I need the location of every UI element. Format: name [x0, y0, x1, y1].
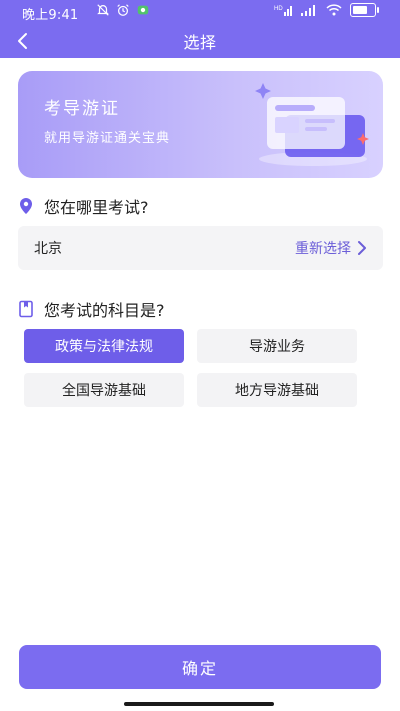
- chevron-left-icon: [18, 33, 27, 49]
- nav-bar: 选择: [0, 24, 400, 58]
- reselect-location-button[interactable]: 重新选择: [295, 238, 367, 258]
- reselect-label: 重新选择: [295, 241, 351, 257]
- status-bar: 晚上9:41 HD: [0, 0, 400, 24]
- banner-illustration: [255, 83, 369, 166]
- subject-option-policy-law[interactable]: 政策与法律法规: [24, 329, 184, 363]
- alarm-icon: [117, 4, 129, 16]
- status-right-icons: HD: [274, 3, 379, 17]
- current-location: 北京: [34, 241, 62, 257]
- subject-section-heading: 您考试的科目是?: [18, 297, 165, 321]
- status-left-icons: [96, 3, 150, 17]
- banner-subtitle: 就用导游证通关宝典: [44, 131, 171, 146]
- app-header: 晚上9:41 HD 选择: [0, 0, 400, 58]
- back-button[interactable]: [10, 28, 36, 54]
- subject-option-guide-business[interactable]: 导游业务: [197, 329, 357, 363]
- signal-icon: [301, 5, 315, 16]
- page-title: 选择: [183, 33, 217, 52]
- location-card[interactable]: 北京 重新选择: [18, 226, 383, 270]
- app-badge-icon: [137, 5, 149, 15]
- svg-text:HD: HD: [274, 6, 283, 12]
- battery-charging-icon: [350, 3, 379, 17]
- subject-option-local-basics[interactable]: 地方导游基础: [197, 373, 357, 407]
- banner-title: 考导游证: [44, 99, 120, 119]
- confirm-button[interactable]: 确定: [19, 645, 381, 689]
- subject-option-national-basics[interactable]: 全国导游基础: [24, 373, 184, 407]
- location-section-heading: 您在哪里考试?: [18, 194, 149, 218]
- status-time: 晚上9:41: [22, 8, 79, 23]
- home-indicator: [124, 702, 274, 706]
- mute-icon: [97, 4, 109, 16]
- location-pin-icon: [20, 198, 32, 214]
- chevron-right-icon: [358, 241, 366, 255]
- wifi-icon: [326, 4, 342, 16]
- location-heading: 您在哪里考试?: [44, 198, 149, 217]
- signal-hd-icon: HD: [274, 6, 292, 16]
- promo-banner: 考导游证 就用导游证通关宝典: [18, 71, 383, 178]
- book-icon: [19, 300, 33, 318]
- subject-heading: 您考试的科目是?: [44, 301, 165, 320]
